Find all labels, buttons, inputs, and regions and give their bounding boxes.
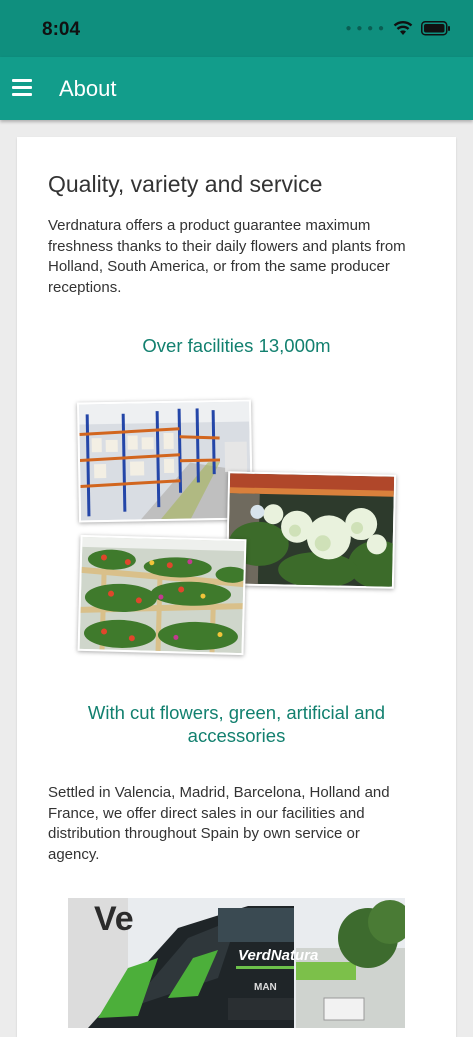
status-bar: 8:04 ● ● ● ●: [0, 0, 473, 57]
plants-shelf-photo: [77, 534, 247, 656]
status-icons: ● ● ● ●: [346, 20, 452, 36]
app-bar: About: [0, 57, 473, 120]
hamburger-menu-icon[interactable]: [12, 79, 32, 97]
hydrangea-photo: [225, 471, 397, 589]
building-sign: Ve: [94, 900, 134, 938]
cut-flowers-caption: With cut flowers, green, artificial and …: [87, 702, 386, 746]
battery-icon: [421, 20, 450, 35]
status-time: 8:04: [42, 19, 81, 40]
section-heading: Quality, variety and service: [48, 171, 323, 197]
truck-photo: Ve VerdNatura MAN: [68, 898, 405, 1028]
wifi-icon: [393, 21, 413, 35]
page-title: About: [59, 76, 117, 101]
cellular-dots-icon: ● ● ● ●: [345, 22, 385, 34]
locations-paragraph: Settled in Valencia, Madrid, Barcelona, …: [48, 784, 390, 863]
truck-brand-label: VerdNatura: [238, 947, 318, 964]
truck-make-label: MAN: [254, 982, 277, 993]
facilities-caption: Over facilities 13,000m: [142, 335, 331, 356]
about-card: Quality, variety and service Verdnatura …: [17, 137, 456, 1037]
intro-paragraph: Verdnatura offers a product guarantee ma…: [48, 217, 406, 296]
